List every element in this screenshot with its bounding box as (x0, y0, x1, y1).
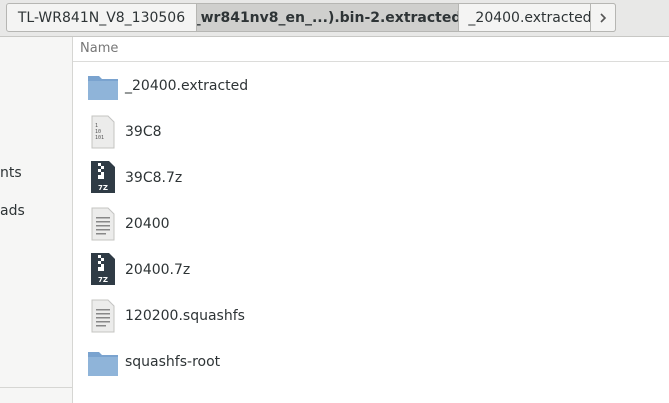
breadcrumb: TL-WR841N_V8_130506 _wr841nv8_en_...).bi… (6, 3, 616, 32)
file-name: _20400.extracted (125, 78, 249, 94)
file-row-20400[interactable]: 20400 (73, 200, 669, 246)
crumb-bin-extracted[interactable]: _wr841nv8_en_...).bin-2.extracted (197, 4, 459, 31)
text-file-icon (91, 207, 115, 241)
column-header-name[interactable]: Name (80, 41, 118, 56)
file-name: 20400 (125, 216, 170, 232)
list-header: Name (73, 37, 669, 62)
file-row-39c8[interactable]: 1 10 101 39C8 (73, 108, 669, 154)
text-file-icon (91, 299, 115, 333)
path-bar: TL-WR841N_V8_130506 _wr841nv8_en_...).bi… (0, 0, 669, 37)
sidebar-item-downloads[interactable]: ads (0, 203, 25, 219)
7z-archive-icon: 7Z (91, 161, 115, 193)
folder-icon (88, 76, 118, 100)
svg-text:7Z: 7Z (98, 276, 108, 284)
file-row-120200-squashfs[interactable]: 120200.squashfs (73, 292, 669, 338)
file-name: 120200.squashfs (125, 308, 245, 324)
folder-icon (88, 352, 118, 376)
file-name: squashfs-root (125, 354, 221, 370)
chevron-right-icon (600, 12, 607, 23)
file-name: 39C8.7z (125, 170, 183, 186)
file-name: 39C8 (125, 124, 162, 140)
file-row-39c8-7z[interactable]: 7Z 39C8.7z (73, 154, 669, 200)
binary-file-icon: 1 10 101 (91, 115, 115, 149)
file-name: 20400.7z (125, 262, 191, 278)
7z-archive-icon: 7Z (91, 253, 115, 285)
file-row-squashfs-root[interactable]: squashfs-root (73, 338, 669, 384)
crumb-20400-extracted[interactable]: _20400.extracted (459, 4, 601, 31)
file-row-20400-extracted[interactable]: _20400.extracted (73, 62, 669, 108)
svg-text:7Z: 7Z (98, 184, 108, 192)
sidebar: nts ads (0, 37, 73, 403)
path-next-button[interactable] (590, 3, 616, 32)
file-row-20400-7z[interactable]: 7Z 20400.7z (73, 246, 669, 292)
sidebar-item-documents[interactable]: nts (0, 165, 22, 181)
sidebar-divider (0, 387, 72, 388)
crumb-tl-wr841n[interactable]: TL-WR841N_V8_130506 (7, 4, 197, 31)
svg-text:101: 101 (95, 135, 104, 141)
